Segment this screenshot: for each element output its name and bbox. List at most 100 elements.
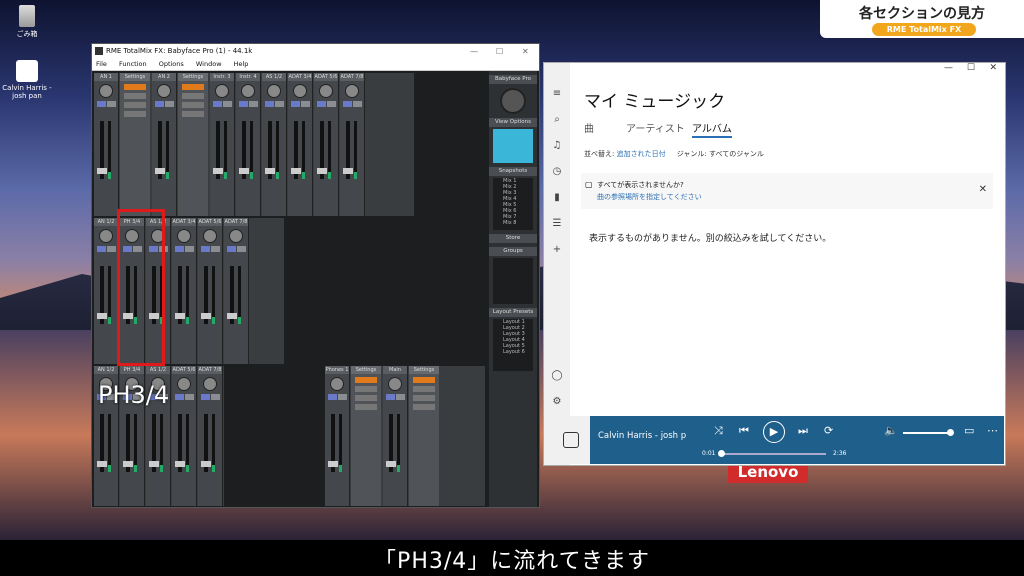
settings-button[interactable] bbox=[124, 84, 146, 90]
settings-button[interactable] bbox=[355, 377, 377, 383]
mute-solo-buttons[interactable] bbox=[172, 246, 196, 252]
choose-location-link[interactable]: 曲の参照場所を指定してください bbox=[597, 192, 702, 202]
music-note-icon[interactable]: ♫ bbox=[544, 137, 570, 154]
settings-button[interactable] bbox=[182, 111, 204, 117]
channel-name[interactable]: ADAT 3/4 bbox=[172, 218, 196, 226]
settings-button[interactable] bbox=[124, 93, 146, 99]
fader-cap[interactable] bbox=[149, 461, 159, 467]
pan-knob[interactable] bbox=[388, 377, 402, 391]
channel-name[interactable]: AN 2 bbox=[152, 73, 176, 81]
pan-knob[interactable] bbox=[177, 377, 191, 391]
fader-cap[interactable] bbox=[239, 168, 249, 174]
channel-name[interactable]: ADAT 5/6 bbox=[314, 73, 338, 81]
repeat-icon[interactable]: ⟳ bbox=[824, 424, 833, 437]
mute-button[interactable] bbox=[226, 246, 236, 252]
channel-name[interactable]: Main bbox=[383, 366, 407, 374]
fader-cap[interactable] bbox=[123, 461, 133, 467]
channel-name[interactable]: Instr. 3 bbox=[210, 73, 234, 81]
channel-name[interactable]: Settings bbox=[351, 366, 381, 374]
mute-solo-buttons[interactable] bbox=[314, 101, 338, 107]
totalmix-title-bar[interactable]: RME TotalMix FX: Babyface Pro (1) - 44.1… bbox=[92, 44, 539, 59]
channel-name[interactable]: ADAT 5/6 bbox=[172, 366, 196, 374]
channel-strip[interactable]: ADAT 7/8 bbox=[198, 366, 223, 506]
pan-knob[interactable] bbox=[330, 377, 344, 391]
solo-button[interactable] bbox=[222, 101, 232, 107]
channel-name[interactable]: Settings bbox=[409, 366, 439, 374]
device-label[interactable]: Babyface Pro bbox=[489, 75, 537, 84]
add-icon[interactable]: + bbox=[544, 241, 570, 258]
mute-button[interactable] bbox=[154, 101, 164, 107]
main-volume-knob[interactable] bbox=[500, 88, 526, 114]
channel-name[interactable]: Instr. 4 bbox=[236, 73, 260, 81]
mute-solo-buttons[interactable] bbox=[236, 101, 260, 107]
fader-cap[interactable] bbox=[227, 313, 237, 319]
routing-mode-panel[interactable] bbox=[493, 129, 533, 163]
fader-cap[interactable] bbox=[291, 168, 301, 174]
settings-button[interactable] bbox=[124, 111, 146, 117]
solo-button[interactable] bbox=[164, 101, 174, 107]
previous-icon[interactable]: ⏮ bbox=[739, 424, 749, 438]
volume-icon[interactable]: 🔈 bbox=[884, 424, 898, 437]
settings-button[interactable] bbox=[355, 404, 377, 410]
mute-button[interactable] bbox=[342, 101, 352, 107]
layout-presets-header[interactable]: Layout Presets bbox=[489, 308, 537, 317]
progress-thumb[interactable] bbox=[718, 450, 725, 457]
settings-button[interactable] bbox=[413, 386, 435, 392]
groove-music-window[interactable]: ≡ ⌕ ♫ ◷ ▮ ☰ + ◯ ⚙ — ☐ ✕ マイ ミュージック 曲 アーティ… bbox=[543, 62, 1006, 466]
fader-cap[interactable] bbox=[201, 313, 211, 319]
tab-artists[interactable]: アーティスト bbox=[626, 120, 685, 135]
mute-solo-buttons[interactable] bbox=[210, 101, 234, 107]
settings-button[interactable] bbox=[355, 395, 377, 401]
fader-cap[interactable] bbox=[97, 313, 107, 319]
progress-slider[interactable] bbox=[718, 450, 826, 457]
genre-dropdown[interactable]: すべてのジャンル bbox=[709, 150, 764, 158]
settings-button[interactable] bbox=[413, 404, 435, 410]
settings-panel[interactable]: Settings bbox=[120, 73, 150, 216]
now-playing-icon[interactable]: ▮ bbox=[544, 189, 570, 206]
fader-cap[interactable] bbox=[201, 461, 211, 467]
channel-name[interactable]: ADAT 3/4 bbox=[288, 73, 312, 81]
fader-cap[interactable] bbox=[386, 461, 396, 467]
pan-knob[interactable] bbox=[157, 84, 171, 98]
channel-name[interactable]: AN 1/2 bbox=[94, 366, 118, 374]
settings-panel[interactable]: Settings bbox=[178, 73, 208, 216]
channel-strip[interactable]: AN 1/2 bbox=[94, 218, 119, 364]
solo-button[interactable] bbox=[395, 394, 405, 400]
menu-options[interactable]: Options bbox=[159, 60, 184, 68]
hamburger-menu-icon[interactable]: ≡ bbox=[544, 85, 570, 102]
channel-name[interactable]: ADAT 7/8 bbox=[224, 218, 248, 226]
channel-name[interactable]: AN 1 bbox=[94, 73, 118, 81]
mute-button[interactable] bbox=[200, 394, 210, 400]
search-icon[interactable]: ⌕ bbox=[544, 111, 570, 128]
pan-knob[interactable] bbox=[293, 84, 307, 98]
mute-solo-buttons[interactable] bbox=[198, 394, 222, 400]
menu-help[interactable]: Help bbox=[234, 60, 249, 68]
solo-button[interactable] bbox=[337, 394, 347, 400]
channel-name[interactable]: AS 1/2 bbox=[146, 366, 170, 374]
mute-button[interactable] bbox=[212, 101, 222, 107]
mute-solo-buttons[interactable] bbox=[262, 101, 286, 107]
solo-button[interactable] bbox=[352, 101, 362, 107]
pan-knob[interactable] bbox=[99, 229, 113, 243]
menu-window[interactable]: Window bbox=[196, 60, 222, 68]
channel-strip[interactable]: ADAT 3/4 bbox=[288, 73, 313, 216]
mute-button[interactable] bbox=[327, 394, 337, 400]
pan-knob[interactable] bbox=[241, 84, 255, 98]
pan-knob[interactable] bbox=[345, 84, 359, 98]
fader-cap[interactable] bbox=[265, 168, 275, 174]
mute-button[interactable] bbox=[174, 394, 184, 400]
settings-gear-icon[interactable]: ⚙ bbox=[544, 393, 570, 410]
mute-button[interactable] bbox=[200, 246, 210, 252]
recent-icon[interactable]: ◷ bbox=[544, 163, 570, 180]
mute-solo-buttons[interactable] bbox=[198, 246, 222, 252]
more-options-icon[interactable]: ⋯ bbox=[987, 424, 998, 437]
shuffle-icon[interactable]: ⤨ bbox=[714, 424, 723, 438]
solo-button[interactable] bbox=[184, 246, 194, 252]
channel-strip[interactable]: ADAT 7/8 bbox=[224, 218, 249, 364]
mute-solo-buttons[interactable] bbox=[94, 101, 118, 107]
fader-cap[interactable] bbox=[97, 168, 107, 174]
fader-cap[interactable] bbox=[317, 168, 327, 174]
solo-button[interactable] bbox=[326, 101, 336, 107]
channel-name[interactable]: ADAT 7/8 bbox=[340, 73, 364, 81]
album-art[interactable] bbox=[551, 416, 590, 464]
